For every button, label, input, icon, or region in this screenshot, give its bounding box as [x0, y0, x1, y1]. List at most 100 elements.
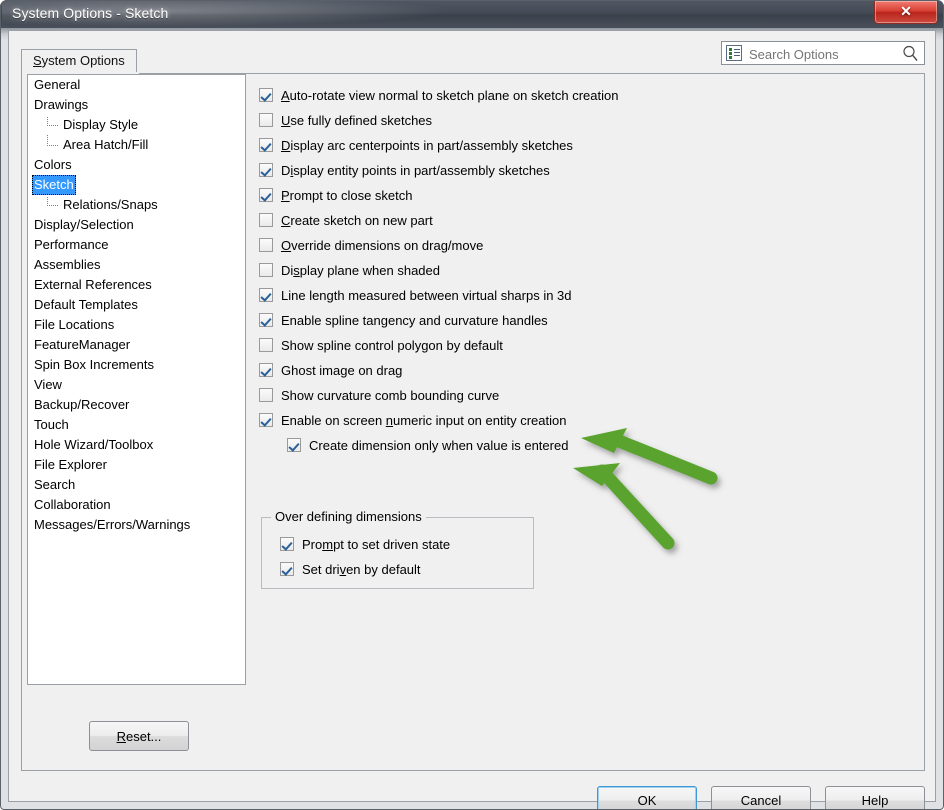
label-pre: Pro — [302, 537, 323, 552]
window-title: System Options - Sketch — [12, 5, 169, 21]
tree-item-assemblies[interactable]: Assemblies — [28, 255, 245, 275]
checkbox-label-enable-on-screen-numeric: Enable on screen numeric input on entity… — [281, 408, 566, 433]
checkbox-row-ghost-image-on-drag[interactable]: Ghost image on drag — [259, 358, 899, 383]
tree-item-label: Collaboration — [34, 497, 111, 512]
tree-item-general[interactable]: General — [28, 75, 245, 95]
tree-item-search[interactable]: Search — [28, 475, 245, 495]
tree-item-area-hatch-fill[interactable]: Area Hatch/Fill — [28, 135, 245, 155]
tree-item-backup-recover[interactable]: Backup/Recover — [28, 395, 245, 415]
checkbox-create-sketch-on-new-part[interactable] — [259, 213, 273, 227]
checkbox-display-arc-centerpoints[interactable] — [259, 138, 273, 152]
tab-accel-letter: S — [33, 53, 42, 68]
tree-item-display-selection[interactable]: Display/Selection — [28, 215, 245, 235]
label-pre: Show spline control polygon by default — [281, 338, 503, 353]
checkbox-use-fully-defined-sketches[interactable] — [259, 113, 273, 127]
label-post: uto-rotate view normal to sketch plane o… — [289, 88, 619, 103]
tree-item-label: Backup/Recover — [34, 397, 130, 412]
checkbox-label-display-plane-when-shaded: Display plane when shaded — [281, 258, 440, 283]
options-category-tree[interactable]: General Drawings Display Style Area Hatch/F… — [27, 74, 246, 685]
label-post: en by default — [346, 562, 421, 577]
checkbox-row-prompt-to-close-sketch[interactable]: Prompt to close sketch — [259, 183, 899, 208]
tree-item-display-style[interactable]: Display Style — [28, 115, 245, 135]
tree-item-label: Area Hatch/Fill — [63, 137, 149, 152]
checkbox-enable-spline-tangency[interactable] — [259, 313, 273, 327]
help-button[interactable]: Help — [825, 786, 925, 810]
tab-system-options[interactable]: System Options — [21, 49, 137, 73]
tree-item-label: Display Style — [63, 117, 139, 132]
tree-item-touch[interactable]: Touch — [28, 415, 245, 435]
dialog-client-area: System Options General Drawings Display St… — [8, 30, 936, 810]
checkbox-row-display-plane-when-shaded[interactable]: Display plane when shaded — [259, 258, 899, 283]
tree-item-relations-snaps[interactable]: Relations/Snaps — [28, 195, 245, 215]
checkbox-label-show-curvature-comb: Show curvature comb bounding curve — [281, 383, 499, 408]
tree-item-label: Default Templates — [34, 297, 138, 312]
checkbox-row-use-fully-defined-sketches[interactable]: Use fully defined sketches — [259, 108, 899, 133]
checkbox-set-driven-by-default[interactable] — [280, 562, 294, 576]
label-accel: m — [322, 537, 334, 552]
ok-button[interactable]: OK — [597, 786, 697, 810]
label-post: splay entity points in part/assembly ske… — [293, 163, 550, 178]
tree-item-file-locations[interactable]: File Locations — [28, 315, 245, 335]
tree-item-label: Assemblies — [34, 257, 101, 272]
checkbox-row-show-spline-control-polygon[interactable]: Show spline control polygon by default — [259, 333, 899, 358]
tree-item-file-explorer[interactable]: File Explorer — [28, 455, 245, 475]
checkbox-row-auto-rotate-view[interactable]: Auto-rotate view normal to sketch plane … — [259, 83, 899, 108]
label-pre: Create dimension only when value is ente… — [309, 438, 569, 453]
checkbox-display-entity-points[interactable] — [259, 163, 273, 177]
label-post: rompt to close sketch — [289, 188, 413, 203]
checkbox-auto-rotate-view[interactable] — [259, 88, 273, 102]
close-icon[interactable] — [874, 1, 938, 24]
checkbox-label-ghost-image-on-drag: Ghost image on drag — [281, 358, 402, 383]
checkbox-row-display-entity-points[interactable]: Display entity points in part/assembly s… — [259, 158, 899, 183]
tree-item-drawings[interactable]: Drawings — [28, 95, 245, 115]
checkbox-override-dimensions-drag[interactable] — [259, 238, 273, 252]
title-bar: System Options - Sketch — [0, 0, 944, 28]
tree-item-label: Search — [34, 477, 76, 492]
tree-item-sketch[interactable]: Sketch — [28, 175, 245, 195]
checkbox-row-show-curvature-comb[interactable]: Show curvature comb bounding curve — [259, 383, 899, 408]
tree-item-label: Drawings — [34, 97, 89, 112]
tree-item-label: FeatureManager — [34, 337, 131, 352]
tree-item-view[interactable]: View — [28, 375, 245, 395]
checkbox-show-spline-control-polygon[interactable] — [259, 338, 273, 352]
checkbox-display-plane-when-shaded[interactable] — [259, 263, 273, 277]
checkbox-row-create-sketch-on-new-part[interactable]: Create sketch on new part — [259, 208, 899, 233]
tree-item-performance[interactable]: Performance — [28, 235, 245, 255]
checkbox-row-enable-on-screen-numeric[interactable]: Enable on screen numeric input on entity… — [259, 408, 899, 433]
tree-item-label: File Locations — [34, 317, 115, 332]
label-pre: Enable on screen — [281, 413, 386, 428]
checkbox-label-create-dimension-on-value: Create dimension only when value is ente… — [309, 433, 568, 458]
label-pre: Line length measured between virtual sha… — [281, 288, 572, 303]
tree-item-default-templates[interactable]: Default Templates — [28, 295, 245, 315]
tree-item-label: Relations/Snaps — [63, 197, 158, 212]
checkbox-prompt-to-set-driven-state[interactable] — [280, 537, 294, 551]
tree-item-collaboration[interactable]: Collaboration — [28, 495, 245, 515]
tree-item-external-references[interactable]: External References — [28, 275, 245, 295]
tree-item-colors[interactable]: Colors — [28, 155, 245, 175]
checkbox-show-curvature-comb[interactable] — [259, 388, 273, 402]
checkbox-row-override-dimensions-drag[interactable]: Override dimensions on drag/move — [259, 233, 899, 258]
checkbox-row-enable-spline-tangency[interactable]: Enable spline tangency and curvature han… — [259, 308, 899, 333]
tree-item-spin-box-increments[interactable]: Spin Box Increments — [28, 355, 245, 375]
checkbox-row-display-arc-centerpoints[interactable]: Display arc centerpoints in part/assembl… — [259, 133, 899, 158]
checkbox-row-line-length-virtual-sharps[interactable]: Line length measured between virtual sha… — [259, 283, 899, 308]
tree-item-messages-errors-warnings[interactable]: Messages/Errors/Warnings — [28, 515, 245, 535]
reset-button[interactable]: Reset... — [89, 721, 189, 751]
checkbox-ghost-image-on-drag[interactable] — [259, 363, 273, 377]
tree-item-featuremanager[interactable]: FeatureManager — [28, 335, 245, 355]
tab-label-rest: ystem Options — [41, 53, 125, 68]
checkbox-prompt-to-close-sketch[interactable] — [259, 188, 273, 202]
tree-item-hole-wizard-toolbox[interactable]: Hole Wizard/Toolbox — [28, 435, 245, 455]
label-post: isplay arc centerpoints in part/assembly… — [290, 138, 573, 153]
label-pre: D — [281, 163, 291, 178]
checkbox-create-dimension-on-value[interactable] — [287, 438, 301, 452]
tree-item-label: Colors — [34, 157, 72, 172]
cancel-button[interactable]: Cancel — [711, 786, 811, 810]
checkbox-enable-on-screen-numeric[interactable] — [259, 413, 273, 427]
label-pre: Enable spline tangency and curvature han… — [281, 313, 548, 328]
checkbox-label-prompt-to-close-sketch: Prompt to close sketch — [281, 183, 413, 208]
checkbox-line-length-virtual-sharps[interactable] — [259, 288, 273, 302]
checkbox-row-create-dimension-on-value[interactable]: Create dimension only when value is ente… — [259, 433, 899, 458]
label-pre: Set dri — [302, 562, 340, 577]
tree-item-label: Touch — [34, 417, 69, 432]
